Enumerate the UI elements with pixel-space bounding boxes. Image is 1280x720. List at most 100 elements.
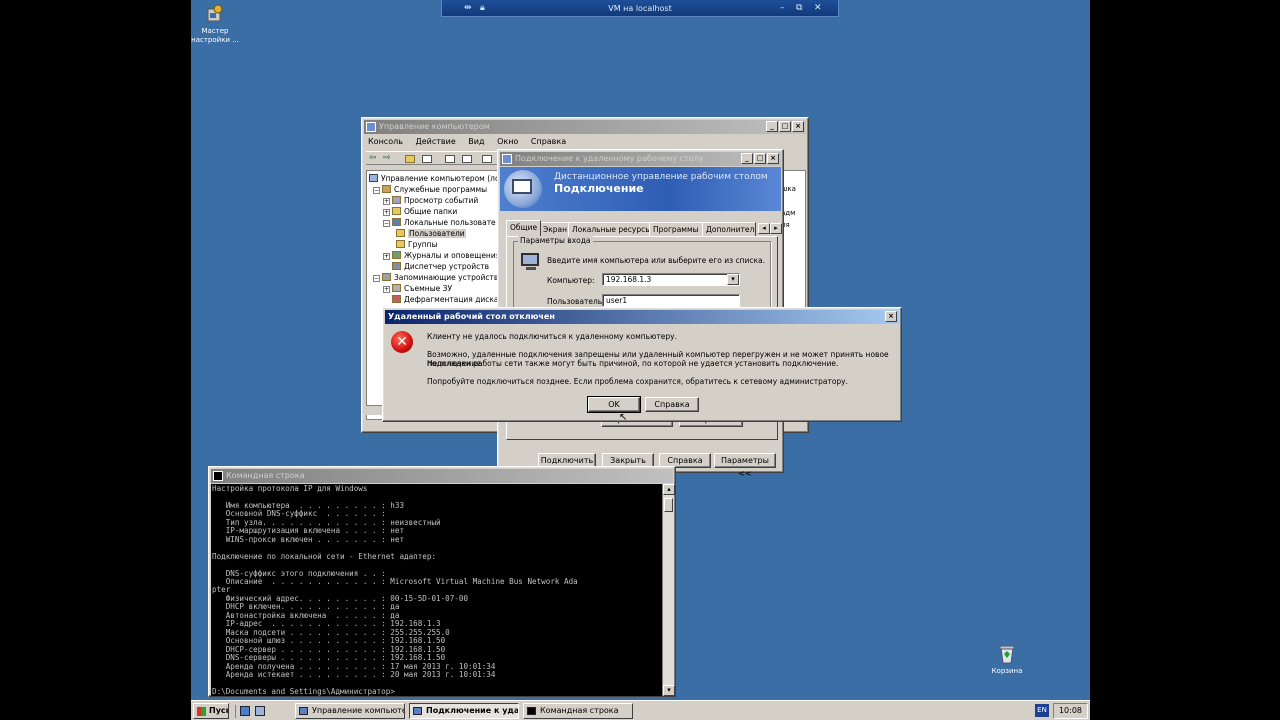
- language-indicator[interactable]: EN: [1035, 704, 1049, 717]
- expand-icon[interactable]: +: [383, 209, 390, 216]
- expand-icon[interactable]: +: [383, 253, 390, 260]
- console-line: D:\Documents and Settings\Администратор>: [212, 686, 395, 696]
- wizard-icon-label: Мастер настройки ...: [191, 27, 239, 44]
- error-help-button[interactable]: Справка: [645, 397, 699, 412]
- restore-icon[interactable]: ⧉: [796, 3, 802, 13]
- close-icon[interactable]: ✕: [814, 3, 822, 13]
- error-dialog-titlebar[interactable]: Удаленный рабочий стол отключен ×: [385, 310, 899, 324]
- close-button[interactable]: ×: [885, 311, 897, 322]
- close-button[interactable]: ×: [767, 153, 779, 164]
- forward-arrow-icon[interactable]: ⇨: [383, 153, 391, 163]
- computer-combobox[interactable]: 192.168.1.3 ▾: [602, 273, 740, 286]
- ok-button[interactable]: OK: [587, 396, 641, 413]
- banner-line1: Дистанционное управление рабочим столом: [554, 172, 768, 182]
- scroll-thumb[interactable]: [664, 498, 673, 512]
- minimize-icon[interactable]: –: [780, 3, 785, 13]
- collapse-icon[interactable]: −: [383, 220, 390, 227]
- minimize-button[interactable]: _: [741, 153, 753, 164]
- collapse-icon[interactable]: −: [373, 187, 380, 194]
- computer-icon: [521, 253, 541, 275]
- mouse-cursor-icon: ↖: [619, 412, 628, 423]
- rdp-banner: Дистанционное управление рабочим столом …: [500, 167, 781, 211]
- wizard-icon: [204, 3, 226, 25]
- vm-connection-bar: ⇹ 🔒︎ VM на localhost – ⧉ ✕: [441, 0, 839, 17]
- task-computer-management[interactable]: Управление компьюте...: [295, 703, 405, 719]
- tree-item-logs-alerts[interactable]: + Журналы и оповещения: [369, 250, 498, 261]
- defrag-icon: [392, 295, 401, 303]
- taskbar-divider: [235, 705, 236, 718]
- menu-view[interactable]: Вид: [468, 137, 484, 146]
- login-hint: Введите имя компьютера или выберите его …: [547, 256, 765, 265]
- folder-icon: [396, 240, 405, 248]
- recycle-bin-icon: [996, 643, 1018, 665]
- details-fragment: адм: [781, 209, 796, 217]
- console-line: Аренда истекает . . . . . . . . . : 20 м…: [212, 669, 496, 679]
- users-icon: [392, 218, 401, 226]
- rdp-tabs: Общие Экран Локальные ресурсы Программы …: [506, 220, 782, 236]
- tab-scroll-left[interactable]: ◂: [758, 223, 770, 234]
- console-scrollbar[interactable]: ▴ ▾: [662, 484, 675, 696]
- tree-item-groups[interactable]: Группы: [369, 239, 498, 250]
- tree-item-event-viewer[interactable]: + Просмотр событий: [369, 195, 498, 206]
- start-button[interactable]: Пуск: [193, 703, 229, 719]
- wizard-desktop-icon[interactable]: Мастер настройки ...: [191, 3, 243, 45]
- help-icon[interactable]: [482, 155, 492, 163]
- expand-icon[interactable]: +: [383, 198, 390, 205]
- show-desktop-icon[interactable]: [240, 706, 250, 716]
- chevron-down-icon[interactable]: ▾: [727, 274, 739, 285]
- export-icon[interactable]: [445, 155, 455, 163]
- console-line: WINS-прокси включен . . . . . . . : нет: [212, 534, 405, 544]
- collapse-icon[interactable]: −: [373, 275, 380, 282]
- user-field[interactable]: user1: [602, 294, 740, 307]
- error-line-1: Клиенту не удалось подключиться к удален…: [427, 332, 677, 341]
- tab-general[interactable]: Общие: [506, 220, 542, 236]
- tab-local-resources[interactable]: Локальные ресурсы: [568, 222, 656, 236]
- menu-console[interactable]: Консоль: [368, 137, 403, 146]
- tree-item-device-manager[interactable]: Диспетчер устройств: [369, 261, 498, 272]
- show-tree-icon[interactable]: [422, 155, 432, 163]
- task-label: Командная строка: [540, 706, 619, 715]
- tree-label: Просмотр событий: [404, 196, 479, 205]
- tree-label: Служебные программы: [394, 185, 488, 194]
- tree-item-system-tools[interactable]: − Служебные программы: [369, 184, 498, 195]
- server-manager-icon[interactable]: [255, 706, 265, 716]
- tab-programs[interactable]: Программы: [649, 222, 703, 236]
- recycle-bin-desktop-icon[interactable]: Корзина: [979, 643, 1035, 676]
- tree-item-root[interactable]: Управление компьютером (лока: [369, 173, 498, 184]
- minimize-button[interactable]: _: [766, 121, 778, 132]
- maximize-button[interactable]: □: [754, 153, 766, 164]
- up-folder-icon[interactable]: [405, 155, 415, 163]
- menu-action[interactable]: Действие: [415, 137, 455, 146]
- back-arrow-icon[interactable]: ⇦: [369, 153, 377, 163]
- close-button[interactable]: ×: [792, 121, 804, 132]
- folder-icon: [392, 207, 401, 215]
- properties-icon[interactable]: [462, 155, 472, 163]
- tab-advanced[interactable]: Дополнитель: [702, 222, 756, 236]
- command-prompt-titlebar[interactable]: Командная строка: [211, 469, 673, 483]
- tree-item-defrag[interactable]: Дефрагментация диска: [369, 294, 498, 305]
- scroll-up-icon[interactable]: ▴: [663, 484, 675, 495]
- console-output[interactable]: Настройка протокола IP для Windows Имя к…: [211, 484, 662, 696]
- tree-item-users[interactable]: Пользователи: [369, 228, 498, 239]
- tab-scroll-right[interactable]: ▸: [770, 223, 782, 234]
- task-label: Подключение к удал...: [426, 706, 519, 715]
- tree-label: Группы: [408, 240, 438, 249]
- scroll-down-icon[interactable]: ▾: [663, 685, 675, 696]
- task-remote-desktop[interactable]: Подключение к удал...: [409, 703, 519, 719]
- tree-item-shared-folders[interactable]: + Общие папки: [369, 206, 498, 217]
- computer-management-titlebar[interactable]: Управление компьютером _ □ ×: [364, 120, 806, 134]
- console-line: Настройка протокола IP для Windows: [212, 484, 368, 493]
- maximize-button[interactable]: □: [779, 121, 791, 132]
- menu-help[interactable]: Справка: [531, 137, 566, 146]
- tree-item-storage[interactable]: − Запоминающие устройства: [369, 272, 498, 283]
- tree-item-local-users[interactable]: − Локальные пользовате: [369, 217, 498, 228]
- options-button[interactable]: Параметры <<: [714, 453, 776, 478]
- remote-desktop-titlebar[interactable]: Подключение к удаленному рабочему столу …: [500, 152, 781, 166]
- menu-window[interactable]: Окно: [497, 137, 518, 146]
- console-line: Описание . . . . . . . . . . . . : Micro…: [212, 576, 578, 586]
- task-command-prompt[interactable]: Командная строка: [523, 703, 633, 719]
- tree-item-removable-storage[interactable]: + Съемные ЗУ: [369, 283, 498, 294]
- tab-display[interactable]: Экран: [539, 222, 572, 236]
- disconnect-error-dialog: Удаленный рабочий стол отключен × ✕ Клие…: [382, 307, 902, 423]
- expand-icon[interactable]: +: [383, 286, 390, 293]
